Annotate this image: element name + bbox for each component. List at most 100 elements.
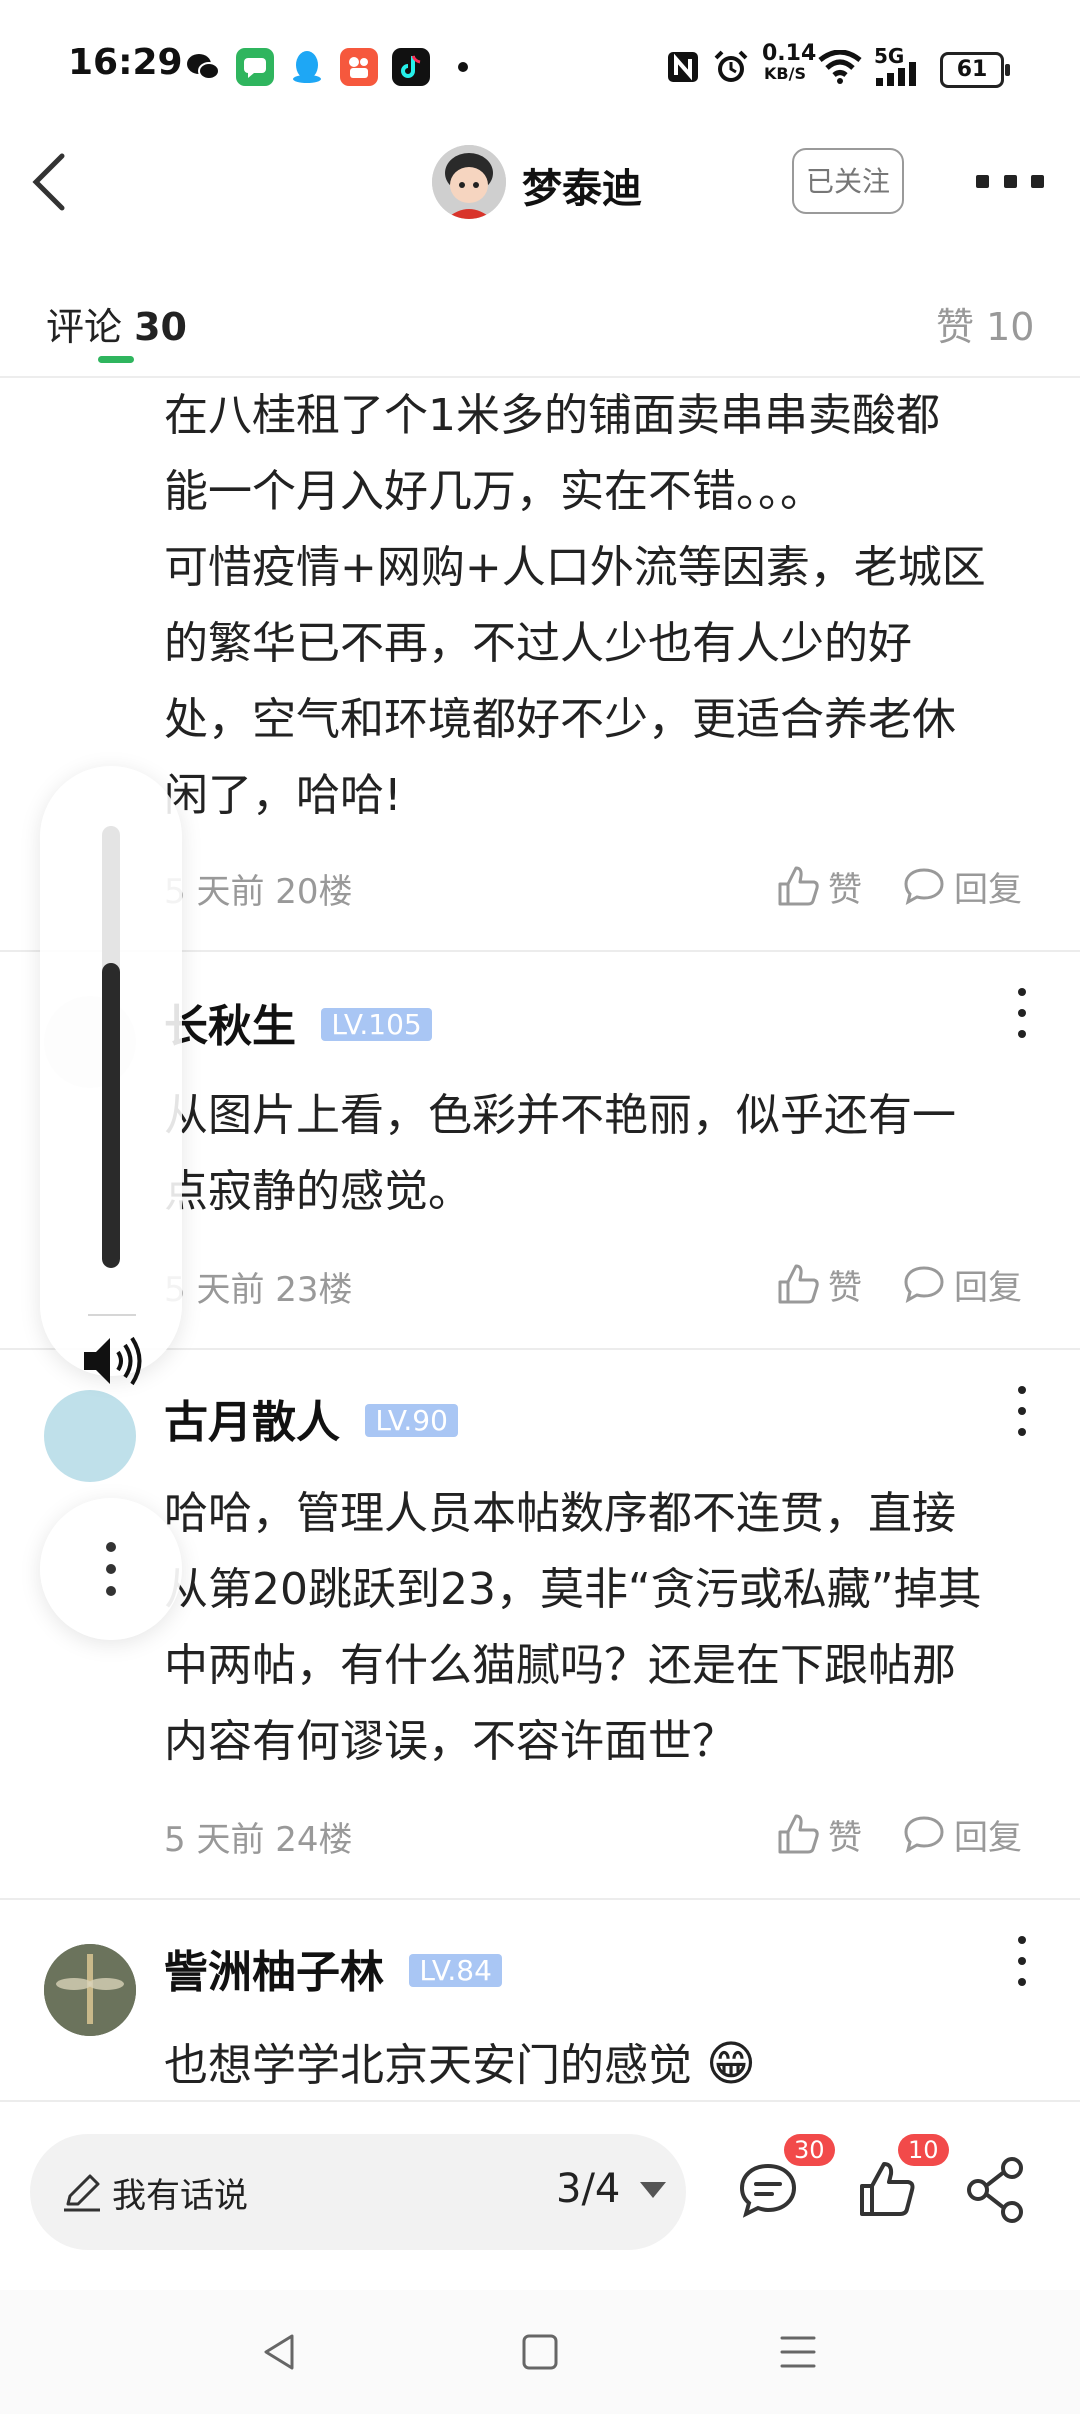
notification-dot-icon bbox=[458, 62, 468, 72]
tab-comments-count: 30 bbox=[134, 305, 187, 349]
tab-active-indicator bbox=[98, 356, 134, 363]
comment-line: 也想学学北京天安门的感觉 bbox=[164, 2040, 692, 2091]
chevron-down-icon[interactable] bbox=[640, 2182, 666, 2198]
triangle-back-icon bbox=[264, 2334, 294, 2370]
system-nav-bar bbox=[0, 2290, 1080, 2414]
comment-line: 的繁华已不再，不过人少也有人少的好 bbox=[164, 618, 912, 669]
nav-back-button[interactable] bbox=[258, 2330, 302, 2378]
level-badge: LV.84 bbox=[409, 1954, 502, 1987]
comment-line: 处，空气和环境都好不少，更适合养老休 bbox=[164, 694, 956, 745]
wifi-icon bbox=[818, 49, 862, 88]
commenter-name[interactable]: 长秋生 LV.105 bbox=[164, 990, 432, 1054]
share-button[interactable] bbox=[964, 2156, 1034, 2226]
like-button[interactable]: 赞 bbox=[776, 1258, 876, 1310]
tab-likes[interactable]: 赞 10 bbox=[936, 296, 1034, 351]
qq-icon bbox=[288, 48, 326, 86]
comment-input-placeholder: 我有话说 bbox=[112, 2176, 248, 2216]
commenter-name-text: 古月散人 bbox=[164, 1397, 340, 1448]
comment-bubble-icon bbox=[904, 868, 944, 905]
like-button[interactable]: 赞 bbox=[776, 1808, 876, 1860]
page-indicator[interactable]: 3/4 bbox=[556, 2166, 620, 2212]
comments-button[interactable]: 30 bbox=[736, 2134, 835, 2228]
back-button[interactable] bbox=[28, 150, 88, 214]
kuaishou-icon bbox=[340, 48, 378, 86]
comment-line: 内容有何谬误，不容许面世？ bbox=[164, 1716, 736, 1767]
net-speed-unit: KB/S bbox=[764, 64, 806, 83]
speaker-icon[interactable] bbox=[76, 1326, 146, 1396]
comment-line: 哈哈，管理人员本帖数序都不连贯，直接 bbox=[164, 1488, 956, 1539]
status-time: 16:29 bbox=[68, 42, 183, 83]
commenter-avatar[interactable] bbox=[44, 1390, 136, 1482]
nfc-icon bbox=[666, 50, 700, 88]
reply-button[interactable]: 回复 bbox=[902, 1808, 1042, 1860]
comment-meta: 5 天前 24楼 bbox=[164, 1820, 353, 1860]
comment-bubble-icon bbox=[739, 2163, 797, 2218]
nav-home-button[interactable] bbox=[518, 2330, 562, 2378]
volume-more-icon[interactable] bbox=[40, 1498, 182, 1640]
alarm-icon bbox=[712, 48, 750, 90]
comment-line: 从第20跳跃到23，莫非“贪污或私藏”掉其 bbox=[164, 1564, 982, 1615]
pen-icon bbox=[60, 2170, 104, 2218]
commenter-name[interactable]: 訾洲柚子林 LV.84 bbox=[164, 1936, 502, 2000]
comment-input[interactable]: 我有话说 3/4 bbox=[30, 2134, 686, 2250]
comment-menu-icon[interactable] bbox=[1012, 1936, 1032, 1986]
like-button[interactable]: 赞 bbox=[776, 860, 876, 912]
divider bbox=[0, 1898, 1080, 1900]
like-label: 赞 bbox=[828, 1817, 862, 1858]
comment-line: 从图片上看，色彩并不艳丽，似乎还有一 bbox=[164, 1090, 956, 1141]
tab-comments[interactable]: 评论 30 bbox=[46, 296, 187, 351]
reply-button[interactable]: 回复 bbox=[902, 1258, 1042, 1310]
menu-lines-icon bbox=[780, 2336, 816, 2368]
comment-bubble-icon bbox=[904, 1816, 944, 1853]
author-name[interactable]: 梦泰迪 bbox=[522, 156, 642, 214]
comment-text: 在八桂租了个1米多的铺面卖串串卖酸都 能一个月入好几万，实在不错。。。 可惜疫情… bbox=[164, 378, 1044, 834]
follow-button[interactable]: 已关注 bbox=[792, 148, 904, 214]
wechat-icon bbox=[184, 48, 222, 86]
comment-bubble-icon bbox=[904, 1266, 944, 1303]
like-label: 赞 bbox=[828, 869, 862, 910]
comment-count-badge: 30 bbox=[784, 2134, 835, 2166]
comment-line: 中两帖，有什么猫腻吗？还是在下跟帖那 bbox=[164, 1640, 956, 1691]
thumbs-up-icon bbox=[860, 2162, 915, 2216]
comment-line: 在八桂租了个1米多的铺面卖串串卖酸都 bbox=[164, 390, 940, 441]
like-label: 赞 bbox=[828, 1267, 862, 1308]
comment-text: 哈哈，管理人员本帖数序都不连贯，直接 从第20跳跃到23，莫非“贪污或私藏”掉其… bbox=[164, 1476, 1044, 1780]
volume-slider-fill bbox=[102, 963, 120, 1268]
volume-slider[interactable] bbox=[102, 826, 120, 1268]
comment-line: 可惜疫情+网购+人口外流等因素，老城区 bbox=[164, 542, 986, 593]
net-speed: 0.14 KB/S bbox=[762, 41, 817, 84]
messages-app-icon bbox=[236, 48, 274, 86]
comment-text: 从图片上看，色彩并不艳丽，似乎还有一 点寂静的感觉。 bbox=[164, 1078, 1044, 1230]
commenter-name-text: 长秋生 bbox=[164, 1001, 296, 1052]
grin-emoji-icon: 😁 bbox=[706, 2036, 757, 2092]
more-options-icon[interactable] bbox=[976, 168, 1044, 194]
reply-button[interactable]: 回复 bbox=[902, 860, 1042, 912]
comment-line: 点寂静的感觉。 bbox=[164, 1166, 472, 1217]
divider bbox=[88, 1314, 136, 1316]
commenter-avatar[interactable] bbox=[44, 1944, 136, 2036]
level-badge: LV.105 bbox=[321, 1008, 432, 1041]
status-bar: 16:29 0.14 KB/S 5G 61 bbox=[0, 0, 1080, 140]
net-speed-value: 0.14 bbox=[762, 41, 817, 66]
share-icon bbox=[967, 2157, 1023, 2223]
comment-meta: 5 天前 20楼 bbox=[164, 872, 353, 912]
thumbs-up-icon bbox=[778, 866, 819, 906]
comment-menu-icon[interactable] bbox=[1012, 988, 1032, 1038]
signal-icon bbox=[874, 62, 924, 90]
comment-text: 也想学学北京天安门的感觉 😁 bbox=[164, 2026, 1044, 2104]
battery-icon: 61 bbox=[940, 52, 1010, 88]
comment-meta: 5 天前 23楼 bbox=[164, 1270, 353, 1310]
comment-menu-icon[interactable] bbox=[1012, 1386, 1032, 1436]
commenter-name[interactable]: 古月散人 LV.90 bbox=[164, 1386, 458, 1450]
author-avatar[interactable] bbox=[432, 145, 506, 219]
reply-label: 回复 bbox=[954, 869, 1022, 910]
reply-label: 回复 bbox=[954, 1817, 1022, 1858]
like-post-button[interactable]: 10 bbox=[854, 2134, 949, 2228]
tab-comments-label: 评论 bbox=[46, 305, 123, 349]
comment-line: 闲了，哈哈! bbox=[164, 770, 402, 821]
douyin-icon bbox=[392, 48, 430, 86]
volume-panel[interactable] bbox=[40, 766, 182, 1386]
level-badge: LV.90 bbox=[365, 1404, 458, 1437]
nav-recents-button[interactable] bbox=[776, 2330, 820, 2378]
commenter-name-text: 訾洲柚子林 bbox=[164, 1947, 384, 1998]
